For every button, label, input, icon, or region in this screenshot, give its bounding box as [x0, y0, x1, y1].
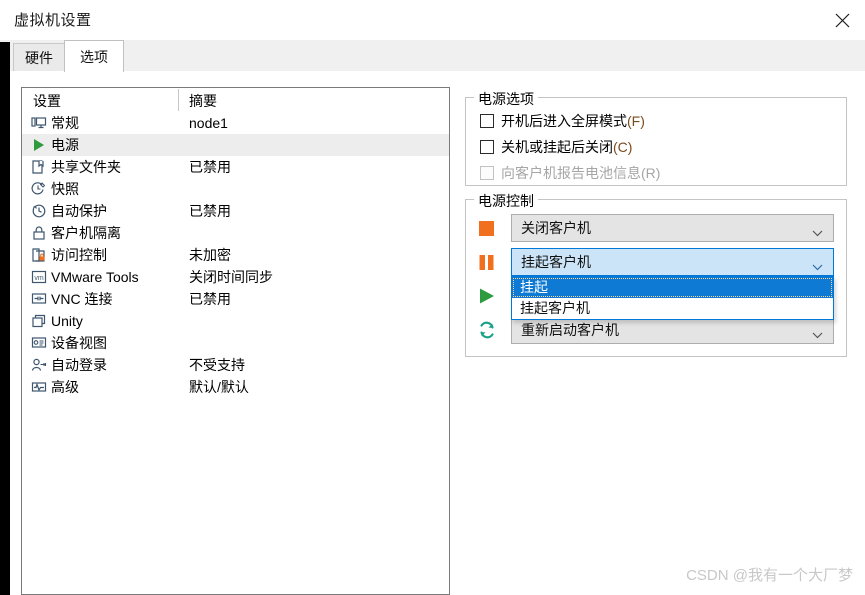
svg-text:vm: vm	[34, 275, 44, 282]
tab-options[interactable]: 选项	[64, 40, 124, 72]
list-item-summary: 已禁用	[189, 203, 231, 219]
list-item-auto-login[interactable]: 自动登录 不受支持	[22, 354, 449, 376]
list-item-label: 访问控制	[51, 247, 107, 263]
list-item-label: VMware Tools	[51, 269, 139, 285]
tab-hardware-label: 硬件	[25, 50, 53, 66]
snapshot-clock-icon	[30, 180, 48, 198]
checkbox-box	[480, 166, 494, 180]
access-lock-icon	[30, 246, 48, 264]
settings-rows: 常规 node1 电源 共享文件夹 已禁用 快照 自动保护 已禁用 客户机隔离 …	[22, 112, 449, 398]
list-item-label: Unity	[51, 313, 83, 329]
list-item-vnc-connection[interactable]: VNC 连接 已禁用	[22, 288, 449, 310]
power-control-group-label: 电源控制	[474, 191, 538, 211]
play-icon	[30, 136, 48, 154]
list-item-label: 电源	[51, 137, 79, 153]
power-options-group: 电源选项 开机后进入全屏模式(F) 关机或挂起后关闭(C) 向客户机报告电池信息…	[465, 89, 847, 186]
checkbox-fullscreen-after-power-on[interactable]: 开机后进入全屏模式(F)	[480, 110, 645, 132]
close-icon[interactable]	[819, 0, 865, 40]
close-x-glyph	[835, 13, 849, 27]
list-item-label: 常规	[51, 115, 79, 131]
power-options-group-label: 电源选项	[474, 89, 538, 109]
power-control-group: 电源控制 关闭客户机 挂起客户机 挂起 挂起客户机 重新启动客户机	[465, 191, 847, 357]
column-header-summary: 摘要	[189, 93, 217, 109]
vm-settings-dialog: 虚拟机设置 硬件 选项 设置 摘要 常规 node1 电源 共享文件夹 已禁用 …	[0, 0, 865, 595]
tab-strip: 硬件 选项	[0, 40, 865, 72]
power-control-row-restart: 重新启动客户机	[476, 316, 834, 344]
suspend-guest-combobox[interactable]: 挂起客户机	[511, 248, 834, 276]
shutdown-guest-combobox[interactable]: 关闭客户机	[511, 214, 834, 242]
list-item-label: 共享文件夹	[51, 159, 121, 175]
auto-login-icon	[30, 356, 48, 374]
list-item-access-control[interactable]: 访问控制 未加密	[22, 244, 449, 266]
vmware-tools-icon: vm	[30, 268, 48, 286]
settings-list-header: 设置 摘要	[22, 88, 449, 112]
list-item-label: 自动保护	[51, 203, 107, 219]
left-edge-strip	[0, 42, 10, 595]
checkbox-label: 关机或挂起后关闭(C)	[501, 139, 633, 155]
suspend-guest-dropdown-list[interactable]: 挂起 挂起客户机	[511, 276, 834, 320]
list-item-label: VNC 连接	[51, 291, 113, 307]
chevron-down-icon	[812, 326, 823, 342]
list-item-unity[interactable]: Unity	[22, 310, 449, 332]
unity-icon	[30, 312, 48, 330]
csdn-watermark: CSDN @我有一个大厂梦	[686, 567, 853, 584]
checkbox-box[interactable]	[480, 140, 494, 154]
tab-options-label: 选项	[80, 48, 108, 65]
list-item-summary: 未加密	[189, 247, 231, 263]
list-item-label: 快照	[51, 181, 79, 197]
settings-list[interactable]: 设置 摘要 常规 node1 电源 共享文件夹 已禁用 快照 自动保护 已禁用 …	[21, 87, 450, 595]
clock-back-icon	[30, 202, 48, 220]
checkbox-report-battery-to-guest: 向客户机报告电池信息(R)	[480, 162, 660, 184]
tab-hardware[interactable]: 硬件	[13, 43, 65, 72]
list-item-advanced[interactable]: 高级 默认/默认	[22, 376, 449, 398]
list-item-label: 设备视图	[51, 335, 107, 351]
column-header-setting: 设置	[33, 93, 61, 109]
list-item-label: 自动登录	[51, 357, 107, 373]
list-item-summary: 已禁用	[189, 159, 231, 175]
list-item-general[interactable]: 常规 node1	[22, 112, 449, 134]
list-item-autoprotect[interactable]: 自动保护 已禁用	[22, 200, 449, 222]
list-item-snapshots[interactable]: 快照	[22, 178, 449, 200]
chevron-down-icon	[812, 258, 823, 274]
combobox-value: 重新启动客户机	[521, 322, 619, 338]
column-divider	[178, 89, 179, 111]
vnc-icon	[30, 290, 48, 308]
dropdown-option-suspend[interactable]: 挂起	[512, 277, 833, 298]
list-item-summary: 关闭时间同步	[189, 269, 273, 285]
dropdown-option-suspend-guest[interactable]: 挂起客户机	[512, 298, 833, 319]
list-item-power[interactable]: 电源	[22, 134, 449, 156]
restart-guest-combobox[interactable]: 重新启动客户机	[511, 316, 834, 344]
checkbox-close-after-shutdown-or-suspend[interactable]: 关机或挂起后关闭(C)	[480, 136, 632, 158]
combobox-value: 挂起客户机	[521, 254, 591, 270]
restart-arrows-icon[interactable]	[476, 319, 498, 341]
list-item-guest-isolation[interactable]: 客户机隔离	[22, 222, 449, 244]
checkbox-label: 开机后进入全屏模式(F)	[501, 113, 645, 129]
lock-icon	[30, 224, 48, 242]
list-item-summary: node1	[189, 115, 228, 131]
list-item-label: 高级	[51, 379, 79, 395]
combobox-value: 关闭客户机	[521, 220, 591, 236]
device-view-icon	[30, 334, 48, 352]
power-control-row-shutdown: 关闭客户机	[476, 214, 834, 242]
list-item-device-view[interactable]: 设备视图	[22, 332, 449, 354]
list-item-summary: 默认/默认	[189, 379, 249, 395]
monitor-icon	[30, 114, 48, 132]
list-item-vmware-tools[interactable]: vm VMware Tools 关闭时间同步	[22, 266, 449, 288]
window-title: 虚拟机设置	[14, 12, 92, 29]
stop-square-icon[interactable]	[476, 217, 498, 239]
checkbox-label: 向客户机报告电池信息(R)	[501, 165, 661, 181]
advanced-icon	[30, 378, 48, 396]
title-bar: 虚拟机设置	[0, 0, 865, 40]
checkbox-box[interactable]	[480, 114, 494, 128]
chevron-down-icon	[812, 224, 823, 240]
play-triangle-icon[interactable]	[476, 285, 498, 307]
list-item-summary: 不受支持	[189, 357, 245, 373]
list-item-summary: 已禁用	[189, 291, 231, 307]
dialog-content: 设置 摘要 常规 node1 电源 共享文件夹 已禁用 快照 自动保护 已禁用 …	[10, 71, 865, 595]
list-item-shared-folders[interactable]: 共享文件夹 已禁用	[22, 156, 449, 178]
power-control-row-suspend: 挂起客户机 挂起 挂起客户机	[476, 248, 834, 320]
list-item-label: 客户机隔离	[51, 225, 121, 241]
folder-icon	[30, 158, 48, 176]
pause-bars-icon[interactable]	[476, 251, 498, 273]
